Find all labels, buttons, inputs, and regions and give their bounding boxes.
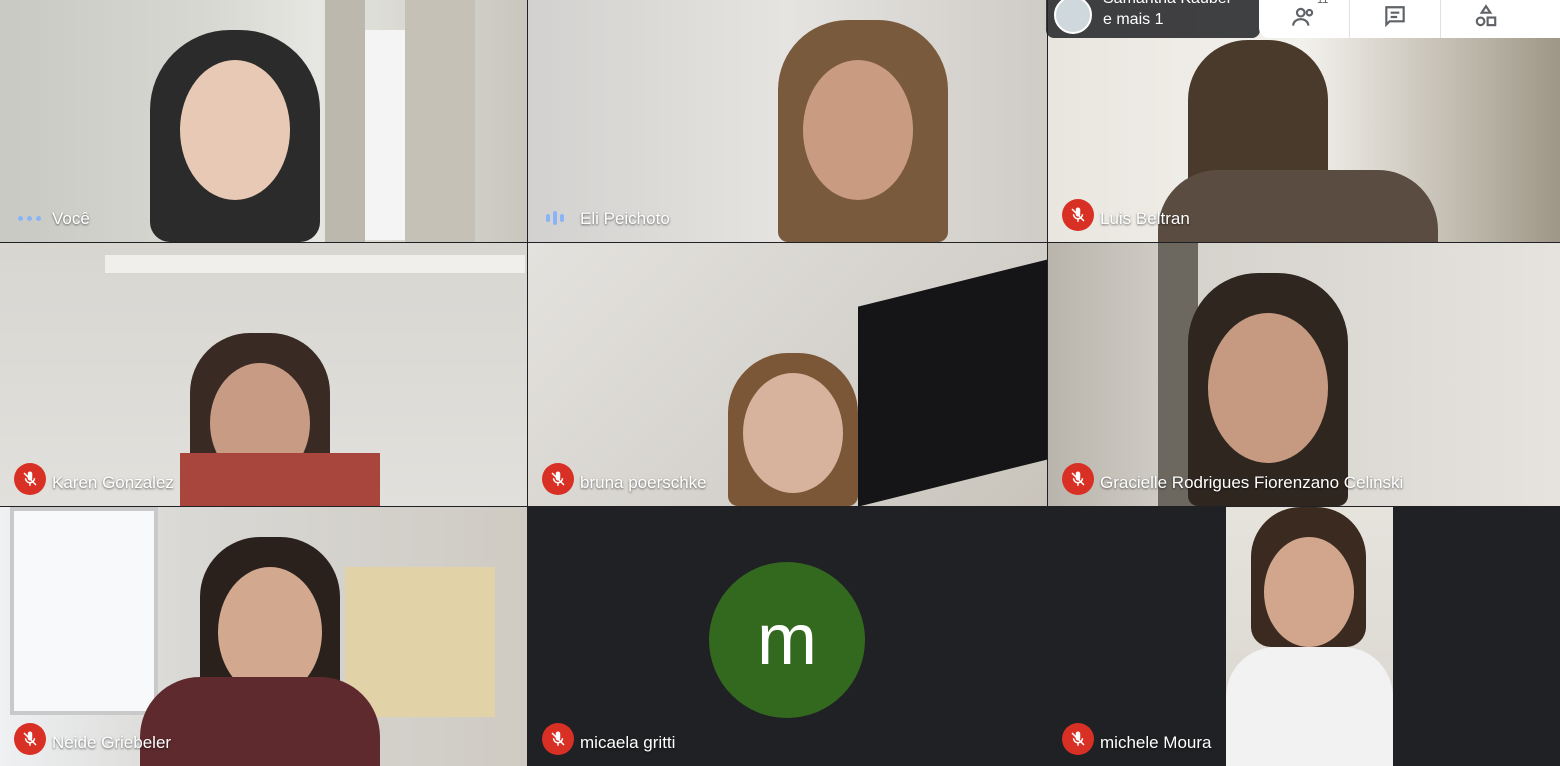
top-toolbar: 11: [1259, 0, 1560, 38]
participant-name: bruna poerschke: [580, 473, 707, 492]
presenter-more: e mais 1: [1103, 11, 1164, 28]
participant-tile[interactable]: m micaela gritti: [528, 507, 1047, 766]
participant-name: michele Moura: [1100, 733, 1212, 752]
avatar: [1054, 0, 1092, 34]
chat-icon: [1382, 4, 1408, 35]
mic-off-icon: [542, 463, 574, 495]
participant-name: Você: [52, 209, 90, 228]
participant-video: [1048, 243, 1560, 506]
mic-off-icon: [1062, 723, 1094, 755]
participant-name: Luis Beltran: [1100, 209, 1190, 228]
presenter-name: Samantha Kauber: [1103, 0, 1232, 8]
chat-button[interactable]: [1349, 0, 1440, 38]
speaking-indicator: [18, 216, 41, 221]
participant-tile[interactable]: Eli Peichoto: [528, 0, 1047, 242]
speaking-indicator: [546, 211, 564, 225]
participant-name: Gracielle Rodrigues Fiorenzano Celinski: [1100, 473, 1404, 492]
participant-video: [1226, 507, 1393, 766]
activities-icon: [1473, 3, 1499, 35]
presenter-card[interactable]: Samantha Kauber e mais 1: [1046, 0, 1260, 38]
participant-tile[interactable]: Você: [0, 0, 527, 242]
avatar: m: [709, 562, 865, 718]
participant-name: Karen Gonzalez: [52, 473, 174, 492]
participant-name: Eli Peichoto: [580, 209, 670, 228]
mic-off-icon: [1062, 199, 1094, 231]
activities-button[interactable]: [1440, 0, 1531, 38]
participant-video: [0, 243, 527, 506]
mic-off-icon: [542, 723, 574, 755]
participant-video: [528, 243, 1047, 506]
mic-off-icon: [14, 723, 46, 755]
participant-video: [0, 0, 527, 242]
participant-name: Neide Griebeler: [52, 733, 172, 752]
people-button[interactable]: 11: [1259, 0, 1349, 38]
participant-name: micaela gritti: [580, 733, 676, 752]
participant-video: [0, 507, 527, 766]
participant-tile[interactable]: Karen Gonzalez: [0, 243, 527, 506]
mic-off-icon: [1062, 463, 1094, 495]
participant-tile[interactable]: michele Moura: [1048, 507, 1560, 766]
participant-tile[interactable]: bruna poerschke: [528, 243, 1047, 506]
participant-video: [528, 0, 1047, 242]
participant-tile[interactable]: Gracielle Rodrigues Fiorenzano Celinski: [1048, 243, 1560, 506]
people-icon: [1291, 4, 1317, 35]
participant-tile[interactable]: Neide Griebeler: [0, 507, 527, 766]
mic-off-icon: [14, 463, 46, 495]
people-count: 11: [1317, 0, 1329, 6]
